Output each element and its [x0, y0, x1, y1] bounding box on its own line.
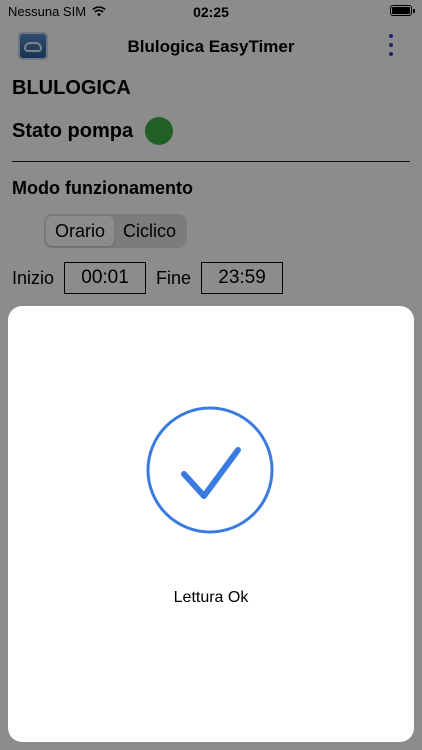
dialog-message: Lettura Ok — [173, 589, 249, 606]
checkmark-circle-icon — [146, 406, 274, 534]
app-screen: Nessuna SIM 02:25 Blulogica EasyTimer BL… — [0, 0, 422, 750]
result-dialog: Lettura Ok — [8, 306, 414, 742]
